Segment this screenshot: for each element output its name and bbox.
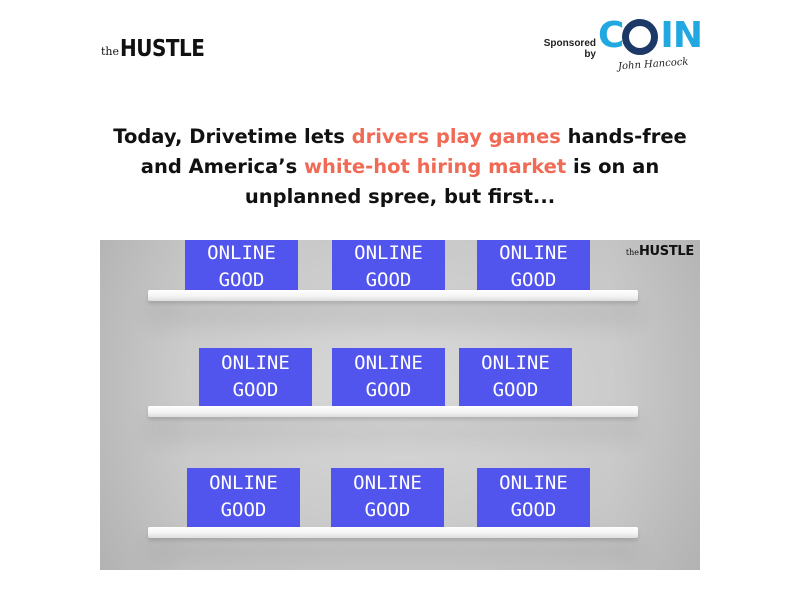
coin-logo-ring-icon xyxy=(622,19,659,55)
product-box: ONLINE GOOD xyxy=(332,348,445,410)
product-box: ONLINE GOOD xyxy=(477,240,590,292)
shelf-board xyxy=(148,290,638,301)
product-line1: ONLINE xyxy=(354,242,423,264)
watermark-prefix: the xyxy=(625,248,639,257)
newsletter-page: the HUSTLE Sponsored by C IN John Hancoc… xyxy=(0,0,800,600)
product-line1: ONLINE xyxy=(499,242,568,264)
product-box: ONLINE GOOD xyxy=(477,468,590,530)
headline-part: Today, Drivetime lets xyxy=(113,125,352,148)
brand-name: HUSTLE xyxy=(120,34,205,62)
headline-highlight-hiring-market[interactable]: white-hot hiring market xyxy=(304,155,566,178)
product-line1: ONLINE xyxy=(207,242,276,264)
product-box: ONLINE GOOD xyxy=(185,240,298,292)
sponsor-block[interactable]: Sponsored by C IN John Hancock xyxy=(520,14,710,84)
headline-highlight-drivers-play-games[interactable]: drivers play games xyxy=(352,125,561,148)
headline: Today, Drivetime lets drivers play games… xyxy=(100,122,700,212)
john-hancock-signature: John Hancock xyxy=(617,56,689,73)
product-box: ONLINE GOOD xyxy=(459,348,572,410)
coin-logo-letter-c: C xyxy=(598,15,624,56)
product-line1: ONLINE xyxy=(353,472,422,494)
shelf-board xyxy=(148,406,638,417)
product-line2: GOOD xyxy=(492,379,539,401)
sponsored-by-label: Sponsored by xyxy=(534,38,596,60)
product-line1: ONLINE xyxy=(499,472,568,494)
brand-prefix: the xyxy=(101,45,120,58)
product-line1: ONLINE xyxy=(354,352,423,374)
coin-logo-letters-in: IN xyxy=(660,15,703,56)
product-box: ONLINE GOOD xyxy=(187,468,300,530)
product-line1: ONLINE xyxy=(221,352,290,374)
product-box: ONLINE GOOD xyxy=(199,348,312,410)
sponsored-text: Sponsored xyxy=(543,38,596,49)
product-line2: GOOD xyxy=(365,379,412,401)
coin-logo[interactable]: C IN xyxy=(598,15,703,56)
online-goods-shelf-image[interactable]: the HUSTLE ONLINE GOOD ONLINE GOOD ONLIN… xyxy=(100,240,700,570)
product-box: ONLINE GOOD xyxy=(332,240,445,292)
watermark-name: HUSTLE xyxy=(638,244,694,259)
product-box: ONLINE GOOD xyxy=(331,468,444,530)
the-hustle-logo[interactable]: the HUSTLE xyxy=(101,34,205,62)
product-line2: GOOD xyxy=(364,499,411,521)
product-line1: ONLINE xyxy=(209,472,278,494)
by-text: by xyxy=(584,49,596,60)
hustle-watermark: the HUSTLE xyxy=(626,244,694,259)
shelf-board xyxy=(148,527,638,538)
product-line2: GOOD xyxy=(510,499,557,521)
product-line1: ONLINE xyxy=(481,352,550,374)
product-line2: GOOD xyxy=(232,379,279,401)
product-line2: GOOD xyxy=(220,499,267,521)
